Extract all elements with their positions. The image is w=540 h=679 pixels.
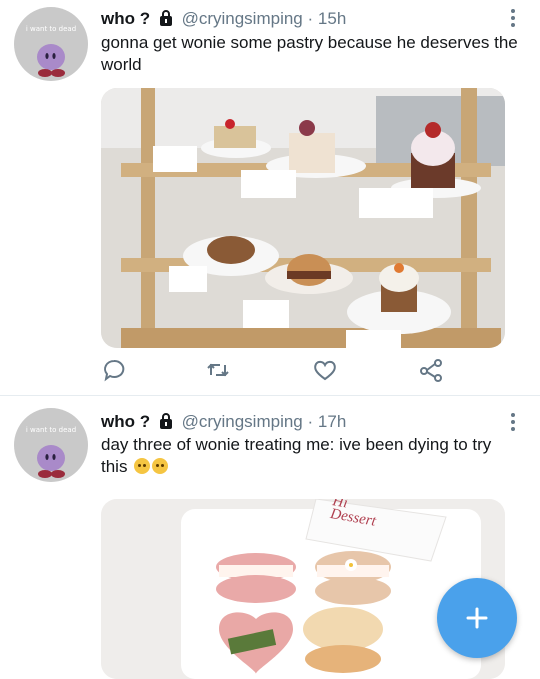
pastry-display-case-photo-icon bbox=[101, 88, 505, 348]
retweet-icon[interactable] bbox=[205, 357, 231, 383]
tweet-text: gonna get wonie some pastry because he d… bbox=[101, 33, 518, 74]
tweet-actions bbox=[101, 357, 461, 387]
avatar[interactable]: i want to dead bbox=[14, 7, 88, 81]
display-name[interactable]: who ? bbox=[101, 412, 150, 431]
reply-icon[interactable] bbox=[101, 357, 127, 383]
avatar[interactable]: i want to dead bbox=[14, 408, 88, 482]
timestamp[interactable]: 15h bbox=[318, 9, 346, 28]
tweet-header: who ? @cryingsimping · 17h bbox=[101, 411, 346, 435]
kirby-avatar-icon bbox=[37, 44, 65, 77]
pleading-face-icon bbox=[134, 458, 151, 474]
tweet-header: who ? @cryingsimping · 15h bbox=[101, 8, 346, 32]
timestamp[interactable]: 17h bbox=[318, 412, 346, 431]
compose-plus-icon bbox=[466, 607, 488, 629]
more-options-icon[interactable] bbox=[510, 413, 516, 434]
display-name[interactable]: who ? bbox=[101, 9, 150, 28]
tweet-media[interactable] bbox=[101, 88, 505, 348]
separator: · bbox=[307, 412, 314, 431]
compose-button[interactable] bbox=[437, 578, 517, 658]
lock-icon bbox=[159, 413, 173, 435]
pleading-face-icon bbox=[152, 458, 169, 474]
like-icon[interactable] bbox=[312, 357, 338, 383]
kirby-avatar-icon bbox=[37, 445, 65, 478]
handle[interactable]: @cryingsimping bbox=[182, 412, 303, 431]
lock-icon bbox=[159, 10, 173, 32]
more-options-icon[interactable] bbox=[510, 9, 516, 30]
tweet-text: day three of wonie treating me: ive been… bbox=[101, 434, 521, 478]
macaron-box-photo-icon bbox=[101, 499, 505, 679]
share-icon[interactable] bbox=[418, 357, 444, 383]
separator: · bbox=[307, 9, 314, 28]
tweet-media[interactable]: Hi Dessert bbox=[101, 499, 505, 679]
tweet[interactable]: i want to dead who ? @cryingsimping · 15… bbox=[0, 0, 540, 396]
handle[interactable]: @cryingsimping bbox=[182, 9, 303, 28]
